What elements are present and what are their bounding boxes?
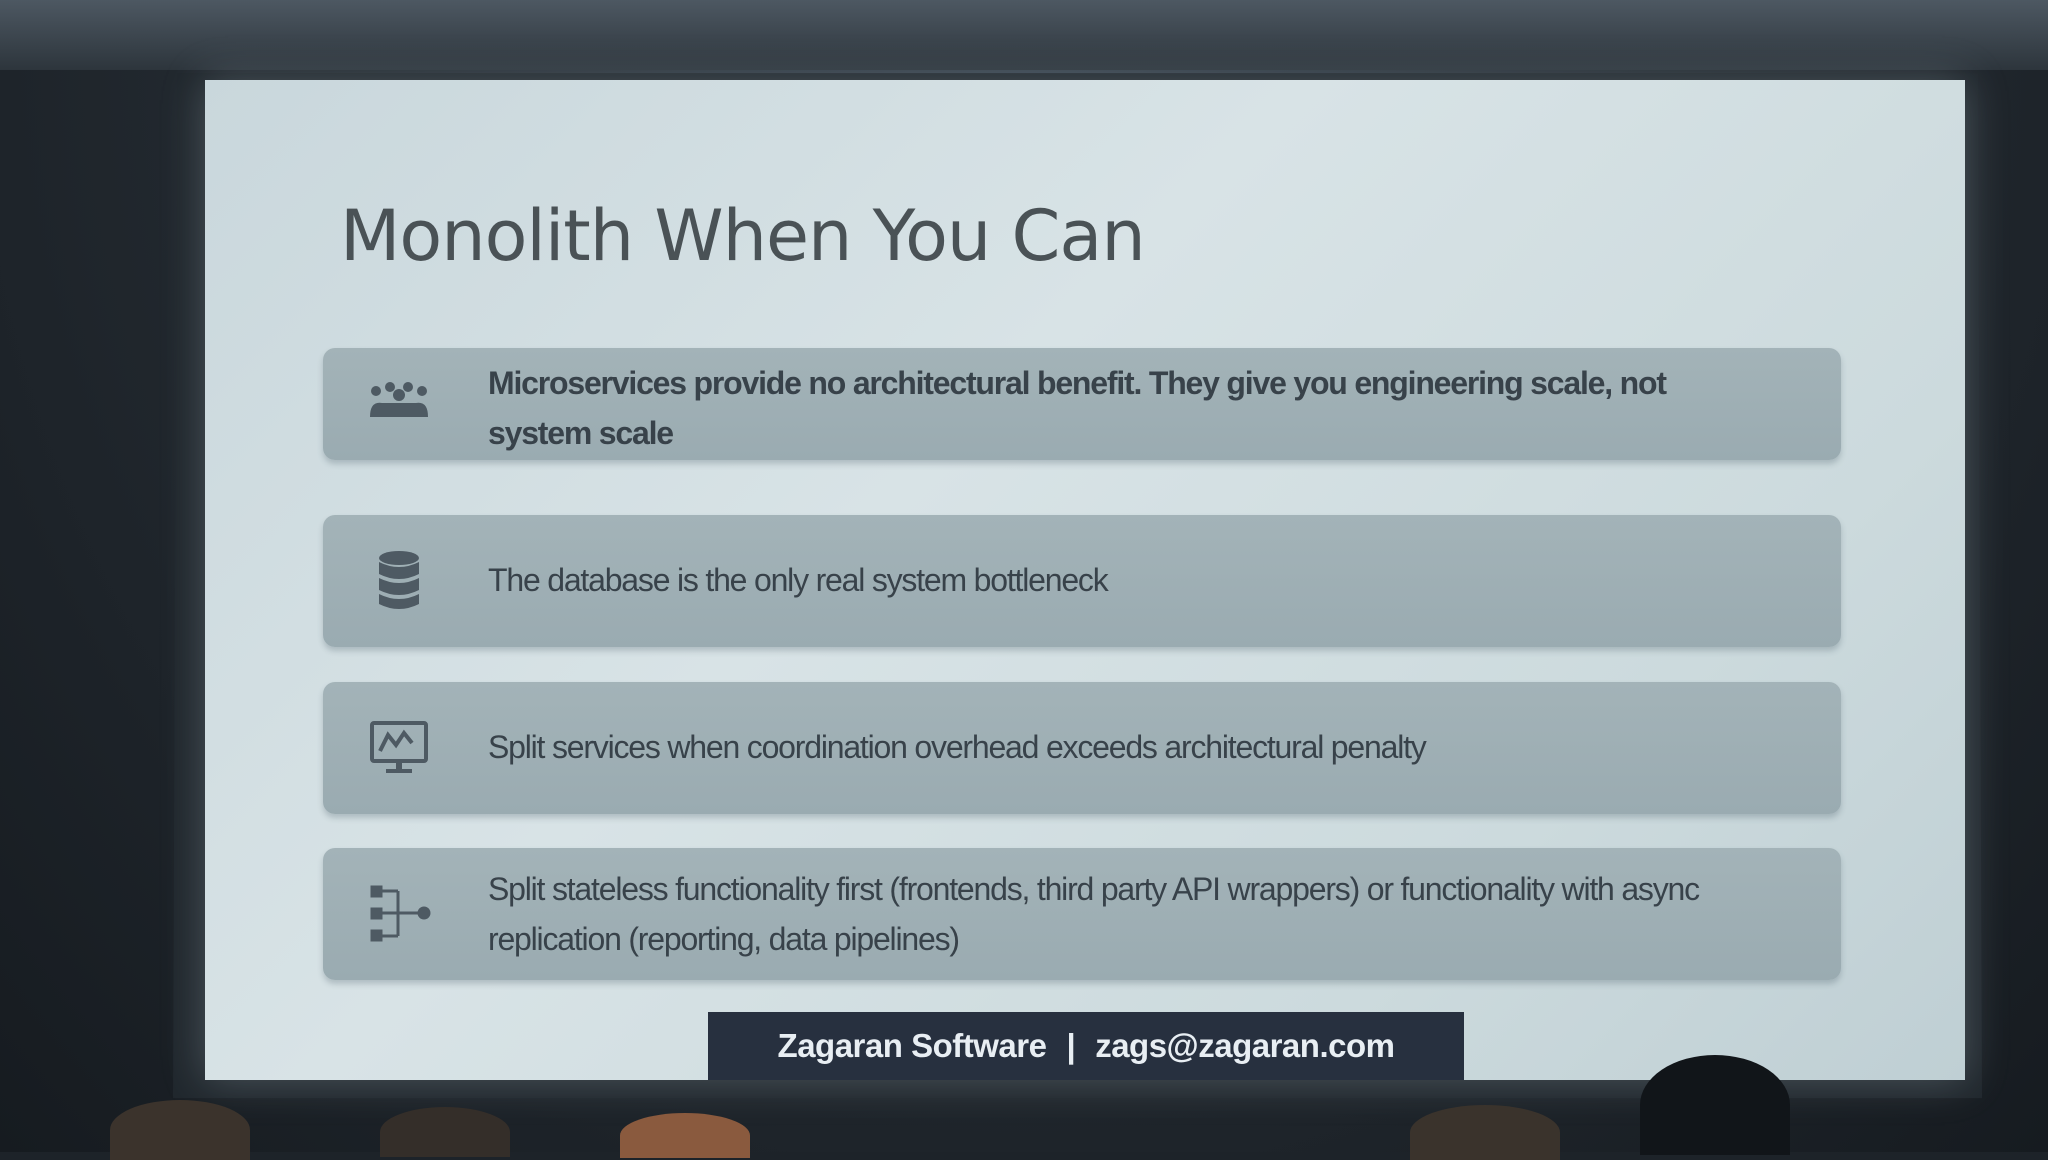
database-icon [363, 545, 435, 617]
bullet-text-4: Split stateless functionality first (fro… [488, 871, 1700, 957]
audience-heads [0, 1055, 2048, 1160]
bullet-text-3: Split services when coordination overhea… [488, 729, 1427, 765]
people-group-icon [363, 368, 435, 440]
bullet-text-2: The database is the only real system bot… [488, 562, 1109, 598]
footer-company: Zagaran Software [777, 1027, 1047, 1064]
audience-head [1640, 1055, 1790, 1155]
footer-separator: | [1066, 1027, 1076, 1064]
audience-head [110, 1100, 250, 1160]
bullet-card-1: Microservices provide no architectural b… [323, 348, 1841, 460]
auditorium-background: Monolith When You Can Microservices prov… [0, 0, 2048, 1160]
flow-split-icon [363, 878, 435, 950]
bullet-card-2: The database is the only real system bot… [323, 515, 1841, 647]
audience-head [380, 1107, 510, 1157]
bullet-card-4: Split stateless functionality first (fro… [323, 848, 1841, 980]
footer-email: zags@zagaran.com [1095, 1027, 1395, 1064]
monitor-diagram-icon [363, 712, 435, 784]
audience-head [620, 1113, 750, 1158]
bullet-card-3: Split services when coordination overhea… [323, 682, 1841, 814]
bullet-text-1: Microservices provide no architectural b… [488, 365, 1667, 451]
slide-title: Monolith When You Can [340, 195, 1146, 277]
ceiling [0, 0, 2048, 70]
slide-footer: Zagaran Software | zags@zagaran.com [708, 1012, 1464, 1080]
presentation-slide: Monolith When You Can Microservices prov… [205, 80, 1965, 1080]
